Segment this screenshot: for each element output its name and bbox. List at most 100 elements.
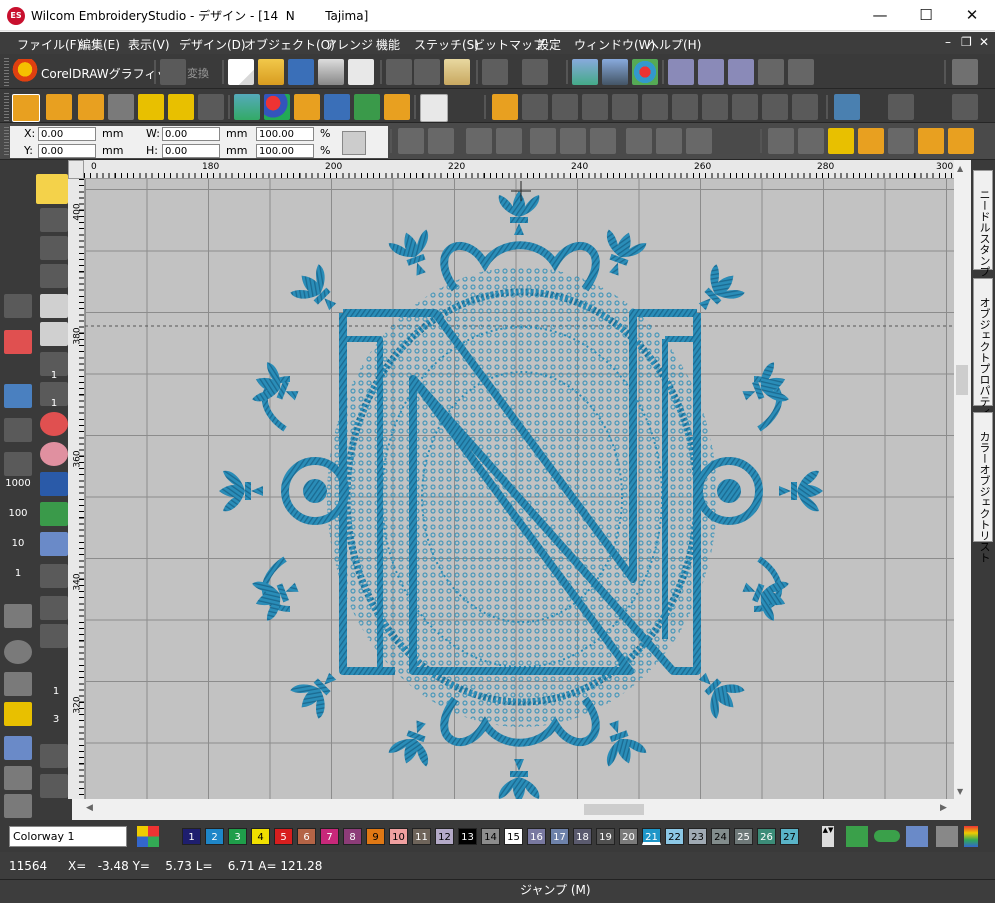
print-icon[interactable] — [318, 59, 344, 85]
zoom-icon[interactable] — [888, 94, 914, 120]
measure-icon[interactable] — [40, 624, 68, 648]
zigzag-stitch-icon[interactable] — [552, 94, 578, 120]
color-object-list-tab[interactable]: カラーオブジェクトリスト — [973, 412, 993, 563]
group-icon[interactable] — [398, 128, 424, 154]
thread-swatch[interactable]: 11 — [412, 828, 431, 845]
circle-tool-icon[interactable] — [4, 640, 32, 664]
align-right-icon[interactable] — [686, 128, 712, 154]
angle-adjust-icon[interactable] — [888, 128, 914, 154]
hoop-icon[interactable] — [668, 59, 694, 85]
add-thread-icon[interactable] — [846, 826, 868, 847]
thread-swatch[interactable]: 14 — [481, 828, 500, 845]
trapunto-icon[interactable] — [762, 94, 788, 120]
undo-icon[interactable] — [482, 59, 508, 85]
run-line-icon[interactable] — [138, 94, 164, 120]
trim-icon[interactable] — [560, 128, 586, 154]
thread-swatch[interactable]: 27 — [780, 828, 799, 845]
thread-swatch[interactable]: 24 — [711, 828, 730, 845]
star-tool-icon[interactable] — [40, 774, 68, 798]
leaf-outline-icon[interactable] — [78, 94, 104, 120]
break-apart-icon[interactable] — [590, 128, 616, 154]
menu-design[interactable]: デザイン(D) — [179, 36, 246, 53]
menu-bitmap[interactable]: ビットマップ — [473, 36, 545, 53]
horizontal-scroll-thumb[interactable] — [584, 804, 644, 815]
hoop-position-icon[interactable] — [698, 59, 724, 85]
tatami-stitch-icon[interactable] — [522, 94, 548, 120]
thread-swatch[interactable]: 22 — [665, 828, 684, 845]
horizontal-ruler[interactable]: 0 180 200 220 240 260 280 300 — [84, 160, 954, 179]
freehand-icon[interactable] — [40, 264, 68, 288]
step-stitch-icon[interactable] — [582, 94, 608, 120]
coreldraw-balloon-icon[interactable] — [12, 59, 38, 85]
travel-tool-icon[interactable] — [4, 294, 32, 318]
satin-stitch-icon[interactable] — [492, 94, 518, 120]
cut-icon[interactable] — [386, 59, 412, 85]
thread-swatch[interactable]: 10 — [389, 828, 408, 845]
menu-object[interactable]: オブジェクト(O) — [244, 36, 335, 53]
mask-tool-icon[interactable] — [40, 294, 68, 318]
stitch-spacing-icon[interactable] — [798, 128, 824, 154]
motif-fill-icon[interactable] — [642, 94, 668, 120]
colorway-select[interactable]: Colorway 1 — [9, 826, 127, 847]
run-tool-icon[interactable] — [40, 744, 68, 768]
sculpture-fill-icon[interactable] — [732, 94, 758, 120]
scale-width-input[interactable]: 100.00 — [256, 127, 314, 141]
thread-swatch[interactable]: 19 — [596, 828, 615, 845]
x-input[interactable]: 0.00 — [38, 127, 96, 141]
select-arrow-icon[interactable] — [36, 174, 68, 204]
triple-run-icon[interactable] — [168, 94, 194, 120]
height-input[interactable]: 0.00 — [162, 144, 220, 158]
convert-label[interactable]: 変換 — [187, 65, 209, 81]
width-input[interactable]: 0.00 — [162, 127, 220, 141]
align-center-icon[interactable] — [656, 128, 682, 154]
menu-stitch[interactable]: ステッチ(S) — [414, 36, 479, 53]
open-folder-icon[interactable] — [258, 59, 284, 85]
menu-settings[interactable]: 設定 — [537, 36, 561, 53]
color-wheel-icon[interactable] — [964, 826, 978, 847]
thread-swatch[interactable]: 16 — [527, 828, 546, 845]
close-button[interactable]: ✕ — [949, 0, 995, 31]
knife-tool-icon[interactable] — [40, 322, 68, 346]
stitch-angle-icon[interactable] — [768, 128, 794, 154]
toolbar-grip[interactable] — [4, 58, 9, 86]
leaf-fill-icon[interactable] — [108, 94, 134, 120]
new-file-icon[interactable] — [228, 59, 254, 85]
lettering-icon[interactable] — [40, 472, 68, 496]
menu-edit[interactable]: 編集(E) — [79, 36, 120, 53]
thread-swatch[interactable]: 26 — [757, 828, 776, 845]
zigzag-tool-icon[interactable] — [4, 330, 32, 354]
appliqué-circle-icon[interactable] — [40, 442, 68, 466]
underlay-icon[interactable] — [918, 128, 944, 154]
thread-swatch[interactable]: 4 — [251, 828, 270, 845]
thread-swatch[interactable]: 21 — [642, 828, 661, 845]
design-canvas[interactable] — [85, 179, 954, 799]
thread-swatch[interactable]: 25 — [734, 828, 753, 845]
stitch-edit-icon[interactable] — [40, 564, 68, 588]
toolbar-grip[interactable] — [4, 93, 9, 121]
pull-comp-icon[interactable] — [948, 128, 974, 154]
monogram-icon[interactable] — [40, 502, 68, 526]
menu-help[interactable]: ヘルプ(H) — [647, 36, 701, 53]
fill-circle-icon[interactable] — [40, 412, 68, 436]
column-tool-icon[interactable] — [40, 596, 68, 620]
sequence-icon[interactable] — [788, 59, 814, 85]
thread-swatch[interactable]: 6 — [297, 828, 316, 845]
scale-height-input[interactable]: 100.00 — [256, 144, 314, 158]
reshape-arrow-icon[interactable] — [40, 208, 68, 232]
thread-swatch[interactable]: 15 — [504, 828, 523, 845]
scissors-icon[interactable] — [4, 452, 32, 476]
ruler-origin-corner[interactable] — [68, 160, 84, 179]
scroll-left-arrow-icon[interactable]: ◀ — [86, 803, 93, 813]
cross-stitch-icon[interactable] — [702, 94, 728, 120]
doc-minimize-button[interactable]: – — [945, 35, 951, 49]
thread-swatch[interactable]: 8 — [343, 828, 362, 845]
color-film-icon[interactable] — [632, 59, 658, 85]
horizontal-scrollbar[interactable]: ◀ ▶ — [84, 801, 954, 818]
toolbar-grip[interactable] — [4, 127, 9, 155]
redo-icon[interactable] — [522, 59, 548, 85]
lace-fill-icon[interactable] — [792, 94, 818, 120]
mirror-icon[interactable] — [952, 94, 978, 120]
scroll-up-arrow-icon[interactable]: ▲ — [957, 164, 963, 173]
menu-file[interactable]: ファイル(F) — [17, 36, 81, 53]
grid-toggle-icon[interactable] — [952, 59, 978, 85]
